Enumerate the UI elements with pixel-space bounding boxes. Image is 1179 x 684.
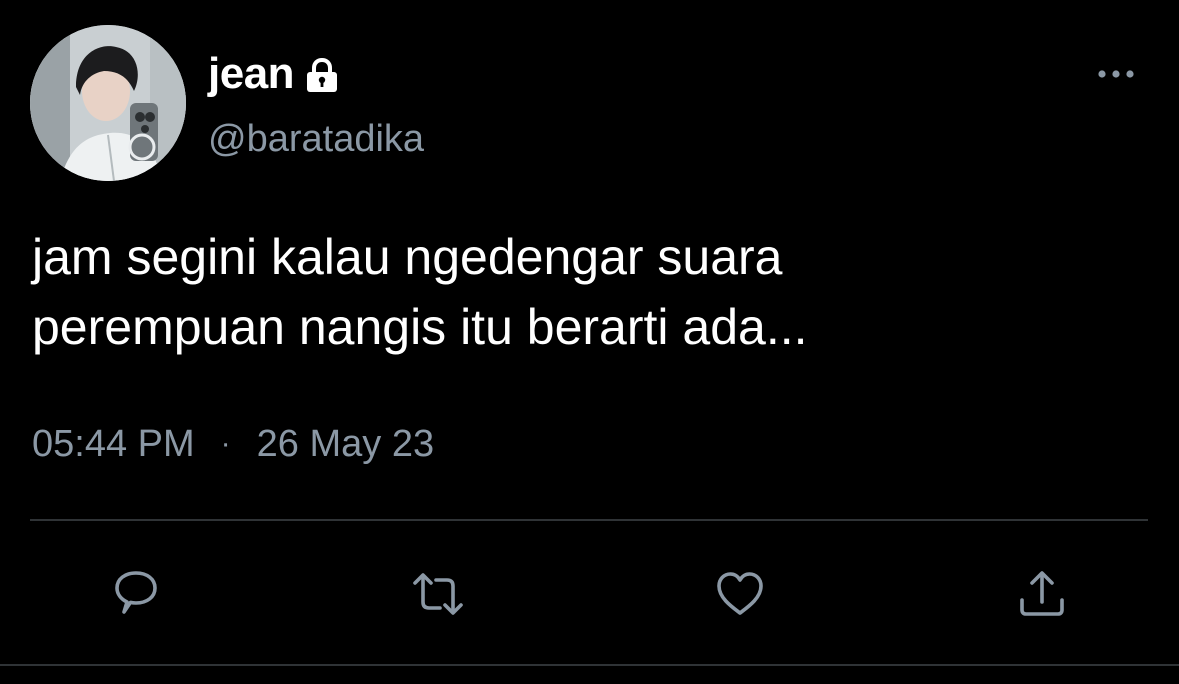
- retweet-icon: [413, 573, 463, 615]
- user-handle[interactable]: @baratadika: [208, 118, 424, 161]
- tweet-time[interactable]: 05:44 PM: [32, 423, 195, 466]
- tweet-card: jean @baratadika jam segini kalau ngeden…: [0, 0, 1179, 684]
- tweet-date[interactable]: 26 May 23: [257, 423, 434, 466]
- meta-separator: ·: [220, 427, 231, 460]
- lock-icon: [302, 55, 342, 95]
- share-button[interactable]: [1014, 566, 1070, 622]
- heart-icon: [717, 572, 763, 615]
- share-icon: [1020, 571, 1064, 616]
- tweet-text: jam segini kalau ngedengar suara perempu…: [32, 222, 1132, 362]
- divider: [30, 519, 1148, 521]
- more-icon: [1098, 70, 1134, 78]
- tweet-text-line: perempuan nangis itu berarti ada...: [32, 299, 808, 355]
- bottom-divider: [0, 664, 1179, 666]
- more-options-button[interactable]: [1094, 56, 1138, 92]
- retweet-button[interactable]: [410, 566, 466, 622]
- display-name[interactable]: jean: [208, 49, 295, 99]
- tweet-meta: 05:44 PM · 26 May 23: [32, 418, 434, 470]
- avatar[interactable]: [30, 25, 186, 181]
- display-name-row: jean: [208, 46, 342, 102]
- like-button[interactable]: [712, 566, 768, 622]
- tweet-text-line: jam segini kalau ngedengar suara: [32, 229, 783, 285]
- reply-button[interactable]: [108, 566, 164, 622]
- reply-icon: [115, 571, 157, 614]
